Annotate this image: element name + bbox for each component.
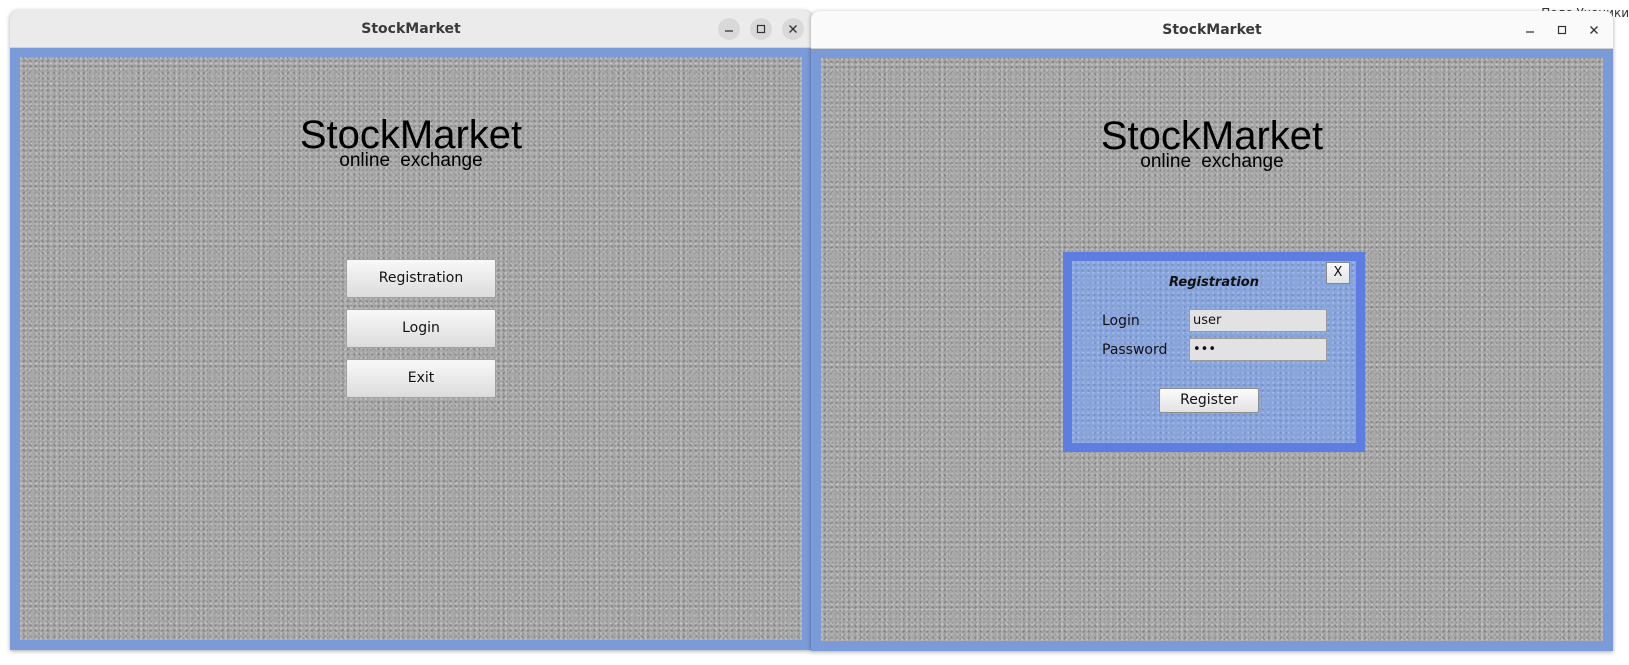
registration-dialog: Registration X Login user Password ••• R… bbox=[1063, 252, 1365, 452]
registration-window: StockMarket StockMarket online exchange bbox=[811, 11, 1613, 651]
window-controls bbox=[1519, 11, 1605, 48]
content-area: StockMarket online exchange Registration… bbox=[20, 57, 802, 640]
desktop: Поле Ученики StockMarket StockMarket onl… bbox=[0, 0, 1629, 665]
close-icon bbox=[789, 24, 797, 33]
main-window: StockMarket StockMarket online exchange … bbox=[10, 10, 812, 650]
maximize-icon bbox=[1557, 25, 1567, 34]
password-label: Password bbox=[1102, 342, 1168, 358]
logo-subtitle: online exchange bbox=[1140, 151, 1284, 172]
maximize-button[interactable] bbox=[1551, 19, 1573, 41]
logo-title: StockMarket bbox=[299, 113, 523, 157]
window-title: StockMarket bbox=[1162, 21, 1262, 38]
minimize-icon bbox=[1526, 30, 1534, 33]
window-controls bbox=[718, 10, 804, 47]
registration-button[interactable]: Registration bbox=[346, 259, 496, 298]
close-button[interactable] bbox=[1583, 19, 1605, 41]
logo: StockMarket online exchange bbox=[20, 115, 802, 170]
titlebar[interactable]: StockMarket bbox=[811, 11, 1613, 49]
password-input[interactable]: ••• bbox=[1189, 338, 1327, 361]
logo-subtitle: online exchange bbox=[339, 150, 483, 171]
dialog-close-button[interactable]: X bbox=[1326, 262, 1350, 284]
login-input[interactable]: user bbox=[1189, 309, 1327, 332]
content-area: StockMarket online exchange Registration… bbox=[821, 58, 1603, 641]
close-icon bbox=[1590, 25, 1598, 34]
close-button[interactable] bbox=[782, 17, 804, 40]
main-menu: Registration Login Exit bbox=[346, 259, 496, 409]
titlebar[interactable]: StockMarket bbox=[10, 10, 812, 48]
exit-button[interactable]: Exit bbox=[346, 359, 496, 398]
registration-dialog-body: Registration X Login user Password ••• R… bbox=[1072, 261, 1356, 443]
maximize-icon bbox=[756, 24, 766, 33]
minimize-icon bbox=[725, 29, 733, 32]
login-label: Login bbox=[1102, 313, 1140, 329]
maximize-button[interactable] bbox=[750, 17, 772, 40]
dialog-title: Registration bbox=[1169, 275, 1259, 290]
logo: StockMarket online exchange bbox=[821, 116, 1603, 171]
logo-title: StockMarket bbox=[1100, 114, 1324, 158]
window-title: StockMarket bbox=[361, 20, 461, 37]
login-button[interactable]: Login bbox=[346, 309, 496, 348]
minimize-button[interactable] bbox=[718, 17, 740, 40]
register-button[interactable]: Register bbox=[1159, 388, 1259, 413]
minimize-button[interactable] bbox=[1519, 19, 1541, 41]
